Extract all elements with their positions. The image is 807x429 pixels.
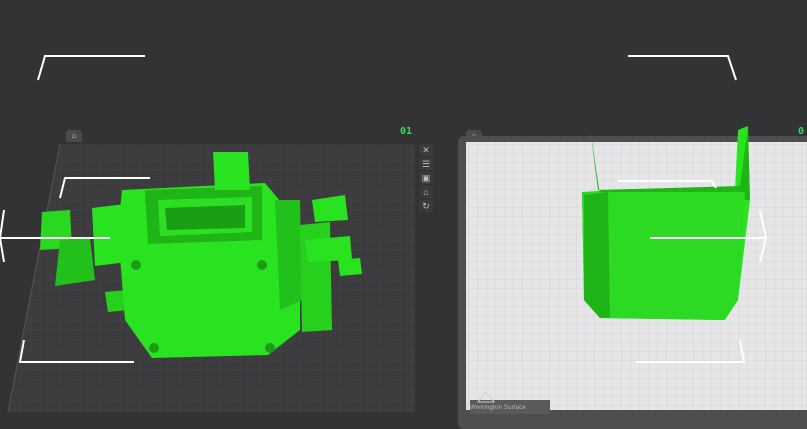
- 3d-viewport[interactable]: [0, 0, 807, 429]
- bed-brand-label: Wemington Surface: [470, 405, 526, 411]
